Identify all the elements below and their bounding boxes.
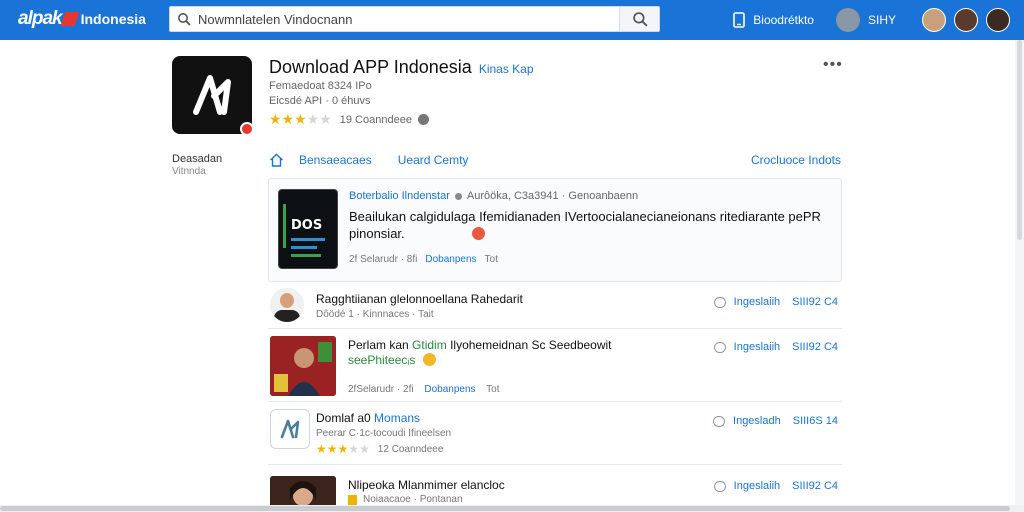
reply-link[interactable]: Ingeslaiih	[734, 480, 780, 492]
comment-icon	[713, 480, 726, 492]
logo-country: Indonesia	[80, 11, 146, 27]
featured-meta: Aurôöka, C3a3941 · Genoanbaenn	[466, 190, 639, 202]
search-submit-icon	[632, 12, 648, 27]
item-rating: ★★★★★ 12 Coanndeee	[316, 442, 444, 456]
logo-wordmark: alpak	[18, 8, 63, 29]
rating-count: 19 Coanndeee	[339, 113, 412, 126]
vertical-scrollbar[interactable]	[1015, 40, 1024, 505]
item-app-icon	[270, 409, 310, 449]
search-input[interactable]	[198, 8, 619, 30]
app-badge-icon	[240, 122, 254, 136]
thumbnail-text: DOS	[291, 218, 323, 233]
tab-discussions[interactable]: Bensaeacaes	[299, 153, 372, 167]
horizontal-scroll-thumb[interactable]	[0, 506, 1010, 511]
item-reply-link[interactable]: Dobanpens	[424, 384, 475, 395]
reply-link[interactable]: Ingesladh	[733, 415, 781, 427]
site-logo[interactable]: alpak Indonesia	[18, 8, 146, 30]
app-title-tag[interactable]: Kinas Kap	[479, 62, 534, 76]
item-actions: Ingesladh SIII6S 14	[713, 415, 838, 427]
reply-count: SIII6S 14	[792, 415, 838, 427]
item-sub: Peerar C·1c-tocoudi Ifineelsen	[316, 428, 452, 439]
item-actions: Ingeslaiih SIII92 C4	[713, 341, 838, 353]
item-footer: 2fSelarudr · 2fi Dobanpens Tot	[348, 384, 500, 395]
app-icon	[172, 56, 254, 136]
reply-count: SIII92 C4	[792, 341, 838, 353]
vertical-scroll-thumb[interactable]	[1017, 40, 1022, 240]
top-navigation-bar: alpak Indonesia Bioodrétkto SIHY	[0, 0, 1024, 40]
list-item[interactable]: Ragghtiianan glelonnoellana Rahedarit Dô…	[268, 284, 842, 329]
item-title-line-2: seePhiteecᵢs	[348, 353, 436, 367]
avatar	[270, 288, 304, 322]
friend-avatar-1[interactable]	[922, 8, 946, 32]
search-bar	[169, 6, 660, 32]
logo-mark-icon	[60, 12, 80, 26]
user-menu[interactable]: SIHY	[835, 8, 896, 32]
phone-icon	[733, 12, 746, 28]
reply-count: SIII92 C4	[792, 296, 838, 308]
friend-avatar-3[interactable]	[986, 8, 1010, 32]
list-item[interactable]: Perlam kan Gtidim Ilyohemeidnan Sc Seedb…	[268, 330, 842, 402]
page-title: Download APP Indonesia	[269, 57, 472, 77]
verified-icon	[454, 192, 462, 200]
featured-thumbnail: DOS	[278, 189, 338, 269]
featured-text: Beailukan calgidulaga Ifemidianaden IVer…	[349, 209, 821, 241]
featured-header: Boterbalio Ilndenstar Aurôöka, C3a3941 ·…	[349, 190, 638, 202]
emoji-icon	[472, 227, 486, 240]
app-title-row: Download APP Indonesia Kinas Kap	[269, 57, 534, 78]
item-sub: Dôödé 1 · Kinnnaces · Tait	[316, 309, 434, 320]
item-title[interactable]: Nlipeoka Mlanmimer elancloc	[348, 478, 505, 492]
search-button[interactable]	[619, 7, 659, 31]
top-right-actions: Bioodrétkto SIHY	[733, 5, 1010, 35]
reply-count: SIII92 C4	[792, 480, 838, 492]
comment-icon	[713, 341, 726, 353]
app-meta-line-2: Eicsdé API · 0 éhuvs	[269, 95, 371, 107]
item-thumbnail	[270, 476, 336, 505]
more-options-button[interactable]: •••	[823, 56, 843, 74]
item-title-link[interactable]: Momans	[374, 411, 420, 425]
item-sub: Noiaacaoe · Pontanan	[348, 494, 463, 505]
user-avatar	[835, 8, 860, 32]
list-item[interactable]: Domlaf a0 Momans Peerar C·1c-tocoudi Ifi…	[268, 403, 842, 465]
info-icon[interactable]	[417, 114, 429, 125]
friend-avatar-2[interactable]	[954, 8, 978, 32]
download-label: Bioodrétkto	[753, 13, 814, 27]
star-rating-icon: ★★★★★	[269, 111, 332, 127]
comment-icon	[713, 296, 726, 308]
user-name: SIHY	[867, 13, 896, 27]
item-actions: Ingeslaiih SIII92 C4	[713, 296, 838, 308]
tab-right-link[interactable]: Crocluoce Indots	[751, 153, 841, 167]
tab-community[interactable]: Ueard Cemty	[398, 153, 469, 167]
horizontal-scrollbar[interactable]	[0, 505, 1024, 512]
reply-link[interactable]: Ingeslaiih	[734, 341, 780, 353]
item-thumbnail	[270, 336, 336, 396]
content-tabs: Bensaeacaes Ueard Cemty Crocluoce Indots	[269, 150, 841, 170]
reply-link[interactable]: Ingeslaiih	[734, 296, 780, 308]
featured-reply-link[interactable]: Dobanpens	[425, 254, 476, 265]
app-meta-line-1: Femaedoat 8324 IPo	[269, 80, 372, 92]
item-title[interactable]: Ragghtiianan glelonnoellana Rahedarit	[316, 292, 523, 306]
side-sub: Vitnnda	[172, 166, 206, 177]
item-title-link[interactable]: Gtidim	[412, 338, 447, 352]
home-icon[interactable]	[269, 153, 287, 167]
star-rating-icon: ★★★★★	[316, 442, 370, 456]
app-rating: ★★★★★ 19 Coanndeee	[269, 111, 429, 128]
download-link[interactable]: Bioodrétkto	[733, 12, 814, 28]
search-icon	[170, 12, 198, 26]
side-label: Deasadan	[172, 153, 223, 165]
list-item[interactable]: Nlipeoka Mlanmimer elancloc Noiaacaoe · …	[268, 468, 842, 505]
featured-author[interactable]: Boterbalio Ilndenstar	[349, 190, 450, 202]
emoji-icon	[422, 353, 436, 366]
comment-icon	[713, 415, 726, 427]
app-logo-icon	[193, 75, 231, 115]
item-title[interactable]: Domlaf a0 Momans	[316, 411, 420, 425]
featured-post[interactable]: DOS Boterbalio Ilndenstar Aurôöka, C3a39…	[268, 178, 842, 282]
item-actions: Ingeslaiih SIII92 C4	[713, 480, 838, 492]
item-title[interactable]: Perlam kan Gtidim Ilyohemeidnan Sc Seedb…	[348, 338, 612, 352]
featured-footer: 2f Selarudr · 8fi Dobanpens Tot	[349, 254, 498, 265]
badge-icon	[348, 494, 357, 505]
